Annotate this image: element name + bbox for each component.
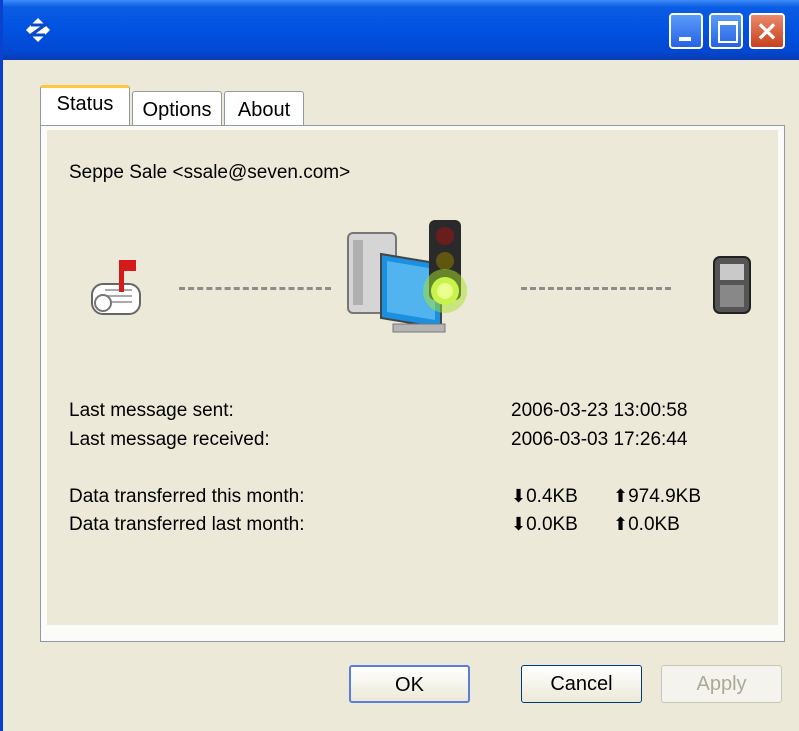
cancel-button[interactable]: Cancel [521, 665, 642, 703]
last-month-down-value: 0.0KB [526, 514, 578, 535]
download-arrow-icon: ⬇ [511, 514, 527, 534]
tab-status[interactable]: Status [40, 85, 130, 125]
close-button[interactable]: × [749, 13, 785, 49]
status-content: Seppe Sale <ssale@seven.com> Last messag… [47, 130, 778, 625]
account-label: Seppe Sale <ssale@seven.com> [69, 162, 351, 183]
mobile-device-icon [713, 256, 751, 314]
this-month-down: ⬇0.4KB [511, 486, 578, 508]
maximize-button[interactable] [709, 13, 743, 49]
tab-options[interactable]: Options [132, 91, 222, 125]
computer-traffic-light-icon [347, 220, 467, 333]
last-month-up: ⬆0.0KB [613, 514, 680, 536]
upload-arrow-icon: ⬆ [613, 514, 629, 534]
mailbox-icon [91, 260, 141, 315]
apply-button[interactable]: Apply [661, 665, 782, 703]
app-logo-icon [26, 18, 50, 42]
close-icon: × [755, 14, 779, 47]
connection-line-right [521, 287, 671, 290]
last-month-down: ⬇0.0KB [511, 514, 578, 536]
this-month-up: ⬆974.9KB [613, 486, 701, 508]
this-month-label: Data transferred this month: [69, 486, 305, 507]
last-month-up-value: 0.0KB [628, 514, 680, 535]
last-sent-label: Last message sent: [69, 400, 234, 421]
status-panel: Seppe Sale <ssale@seven.com> Last messag… [40, 125, 785, 642]
upload-arrow-icon: ⬆ [613, 486, 629, 506]
dialog-window: × Status Options About Seppe Sale <ssale… [0, 0, 799, 731]
last-received-label: Last message received: [69, 429, 270, 450]
this-month-up-value: 974.9KB [628, 486, 701, 507]
last-month-label: Data transferred last month: [69, 514, 305, 535]
last-sent-value: 2006-03-23 13:00:58 [511, 400, 688, 421]
connection-line-left [179, 287, 331, 290]
download-arrow-icon: ⬇ [511, 486, 527, 506]
this-month-down-value: 0.4KB [526, 486, 578, 507]
last-received-value: 2006-03-03 17:26:44 [511, 429, 688, 450]
ok-button[interactable]: OK [349, 665, 470, 703]
tab-about[interactable]: About [224, 91, 304, 125]
minimize-button[interactable] [669, 13, 703, 49]
title-bar[interactable]: × [3, 0, 799, 60]
